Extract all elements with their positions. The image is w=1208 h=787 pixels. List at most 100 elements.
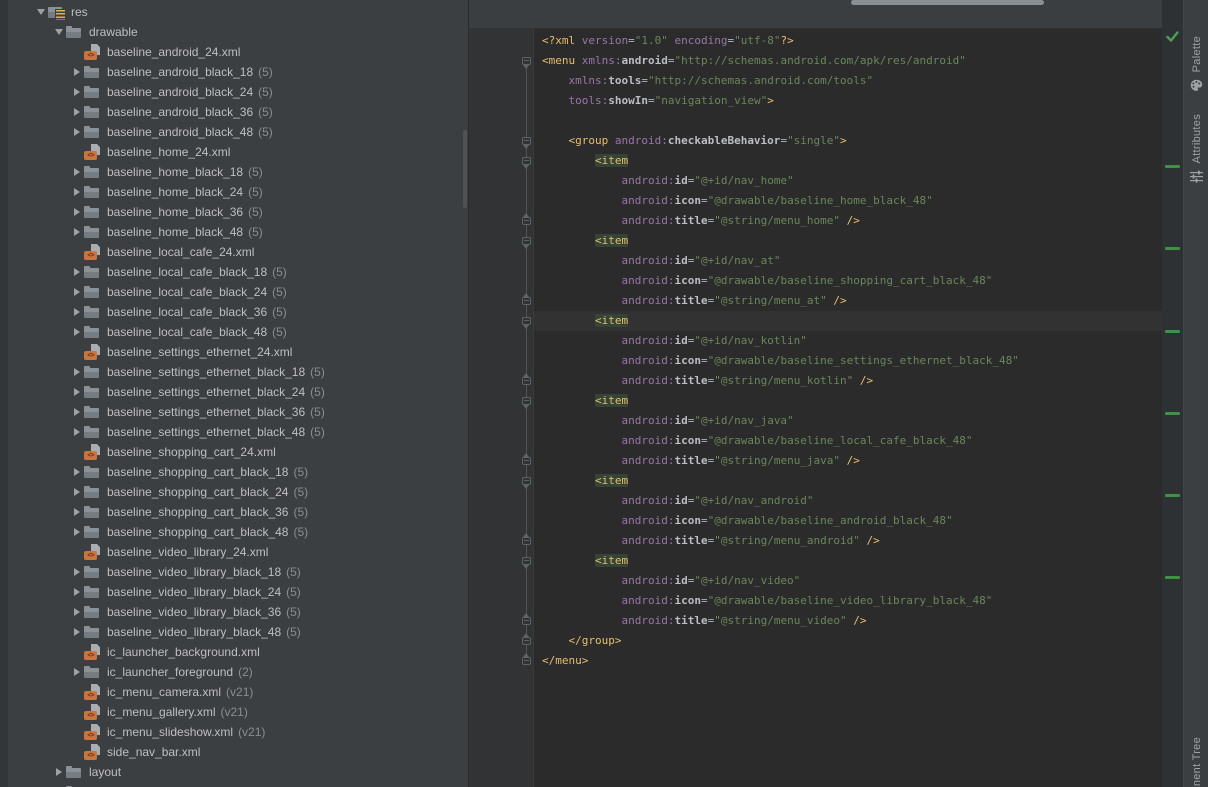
tree-collapsed-arrow-icon[interactable] <box>70 125 84 139</box>
fold-end-marker[interactable] <box>521 653 531 665</box>
fold-end-marker[interactable] <box>521 633 531 645</box>
tree-collapsed-arrow-icon[interactable] <box>70 85 84 99</box>
fold-end-marker[interactable] <box>521 453 531 465</box>
tree-collapsed-arrow-icon[interactable] <box>70 505 84 519</box>
fold-start-marker[interactable] <box>521 137 531 149</box>
editor-line-2[interactable]: 2<menu xmlns:android="http://schemas.and… <box>469 51 1184 71</box>
tree-item-baseline_shopping_cart_24.xml[interactable]: baseline_shopping_cart_24.xml <box>8 442 468 462</box>
inspection-mark[interactable] <box>1165 576 1180 579</box>
tree-item-baseline_settings_ethernet_24.xml[interactable]: baseline_settings_ethernet_24.xml <box>8 342 468 362</box>
editor-line-22[interactable]: 22 android:title="@string/menu_java" /> <box>469 451 1184 471</box>
tree-item-ic_launcher_background.xml[interactable]: ic_launcher_background.xml <box>8 642 468 662</box>
tree-item-partial[interactable] <box>8 782 468 787</box>
tree-item-drawable[interactable]: drawable <box>8 22 468 42</box>
tree-item-side_nav_bar.xml[interactable]: side_nav_bar.xml <box>8 742 468 762</box>
editor-line-9[interactable]: 9 android:icon="@drawable/baseline_home_… <box>469 191 1184 211</box>
editor-line-33[interactable]: 33 <box>469 671 1184 691</box>
editor-line-24[interactable]: 24 android:id="@+id/nav_android" <box>469 491 1184 511</box>
editor-line-18[interactable]: 18 android:title="@string/menu_kotlin" /… <box>469 371 1184 391</box>
tree-expanded-arrow-icon[interactable] <box>52 25 66 39</box>
tree-item-baseline_home_black_24[interactable]: baseline_home_black_24 (5) <box>8 182 468 202</box>
tree-item-baseline_settings_ethernet_black_24[interactable]: baseline_settings_ethernet_black_24 (5) <box>8 382 468 402</box>
editor-line-23[interactable]: 23 <item <box>469 471 1184 491</box>
tree-collapsed-arrow-icon[interactable] <box>70 525 84 539</box>
tree-item-baseline_local_cafe_black_48[interactable]: baseline_local_cafe_black_48 (5) <box>8 322 468 342</box>
tree-collapsed-arrow-icon[interactable] <box>70 285 84 299</box>
fold-end-marker[interactable] <box>521 613 531 625</box>
fold-start-marker[interactable] <box>521 557 531 569</box>
editor-line-20[interactable]: 20 android:id="@+id/nav_java" <box>469 411 1184 431</box>
editor-line-25[interactable]: 25 android:icon="@drawable/baseline_andr… <box>469 511 1184 531</box>
inspection-mark[interactable] <box>1165 165 1180 168</box>
editor-line-7[interactable]: 7 <item <box>469 151 1184 171</box>
editor-line-10[interactable]: 10 android:title="@string/menu_home" /> <box>469 211 1184 231</box>
tree-collapsed-arrow-icon[interactable] <box>70 625 84 639</box>
tab-palette[interactable]: Palette <box>1184 36 1208 92</box>
editor-line-1[interactable]: 1<?xml version="1.0" encoding="utf-8"?> <box>469 31 1184 51</box>
tree-collapsed-arrow-icon[interactable] <box>70 665 84 679</box>
editor-line-15[interactable]: 15 <item <box>469 311 1184 331</box>
top-scrollbar-thumb[interactable] <box>851 0 1044 5</box>
editor-line-31[interactable]: 31 </group> <box>469 631 1184 651</box>
tree-item-ic_menu_gallery.xml[interactable]: ic_menu_gallery.xml (v21) <box>8 702 468 722</box>
tree-item-baseline_android_black_48[interactable]: baseline_android_black_48 (5) <box>8 122 468 142</box>
tree-expanded-arrow-icon[interactable] <box>34 5 48 19</box>
editor-line-17[interactable]: 17 android:icon="@drawable/baseline_sett… <box>469 351 1184 371</box>
inspection-mark[interactable] <box>1165 412 1180 415</box>
editor-line-13[interactable]: 13 android:icon="@drawable/baseline_shop… <box>469 271 1184 291</box>
tree-collapsed-arrow-icon[interactable] <box>70 265 84 279</box>
tree-item-baseline_shopping_cart_black_36[interactable]: baseline_shopping_cart_black_36 (5) <box>8 502 468 522</box>
fold-end-marker[interactable] <box>521 533 531 545</box>
tree-item-layout[interactable]: layout <box>8 762 468 782</box>
tree-item-baseline_settings_ethernet_black_18[interactable]: baseline_settings_ethernet_black_18 (5) <box>8 362 468 382</box>
tab-component-tree[interactable]: Component Tree <box>1184 737 1208 787</box>
tree-item-baseline_shopping_cart_black_24[interactable]: baseline_shopping_cart_black_24 (5) <box>8 482 468 502</box>
tree-item-ic_menu_slideshow.xml[interactable]: ic_menu_slideshow.xml (v21) <box>8 722 468 742</box>
tree-collapsed-arrow-icon[interactable] <box>70 305 84 319</box>
tree-collapsed-arrow-icon[interactable] <box>70 165 84 179</box>
tree-collapsed-arrow-icon[interactable] <box>70 205 84 219</box>
tree-collapsed-arrow-icon[interactable] <box>70 425 84 439</box>
editor-line-8[interactable]: 8 android:id="@+id/nav_home" <box>469 171 1184 191</box>
tree-item-baseline_home_black_18[interactable]: baseline_home_black_18 (5) <box>8 162 468 182</box>
tree-item-baseline_home_black_36[interactable]: baseline_home_black_36 (5) <box>8 202 468 222</box>
tree-item-baseline_shopping_cart_black_18[interactable]: baseline_shopping_cart_black_18 (5) <box>8 462 468 482</box>
editor-line-26[interactable]: 26 android:title="@string/menu_android" … <box>469 531 1184 551</box>
tree-collapsed-arrow-icon[interactable] <box>52 765 66 779</box>
tree-collapsed-arrow-icon[interactable] <box>70 65 84 79</box>
tree-item-baseline_video_library_24.xml[interactable]: baseline_video_library_24.xml <box>8 542 468 562</box>
fold-end-marker[interactable] <box>521 373 531 385</box>
fold-end-marker[interactable] <box>521 293 531 305</box>
tree-collapsed-arrow-icon[interactable] <box>70 485 84 499</box>
tree-collapsed-arrow-icon[interactable] <box>70 325 84 339</box>
tree-collapsed-arrow-icon[interactable] <box>70 365 84 379</box>
tree-item-ic_menu_camera.xml[interactable]: ic_menu_camera.xml (v21) <box>8 682 468 702</box>
inspection-mark[interactable] <box>1165 330 1180 333</box>
editor-line-21[interactable]: 21 android:icon="@drawable/baseline_loca… <box>469 431 1184 451</box>
tree-item-baseline_video_library_black_48[interactable]: baseline_video_library_black_48 (5) <box>8 622 468 642</box>
tree-item-baseline_local_cafe_black_18[interactable]: baseline_local_cafe_black_18 (5) <box>8 262 468 282</box>
tree-item-baseline_video_library_black_36[interactable]: baseline_video_library_black_36 (5) <box>8 602 468 622</box>
editor-line-19[interactable]: 19 <item <box>469 391 1184 411</box>
fold-start-marker[interactable] <box>521 477 531 489</box>
tree-item-baseline_settings_ethernet_black_36[interactable]: baseline_settings_ethernet_black_36 (5) <box>8 402 468 422</box>
tree-collapsed-arrow-icon[interactable] <box>70 185 84 199</box>
tree-scrollbar-thumb[interactable] <box>463 130 467 208</box>
inspection-mark[interactable] <box>1165 494 1180 497</box>
tree-collapsed-arrow-icon[interactable] <box>70 585 84 599</box>
fold-start-marker[interactable] <box>521 397 531 409</box>
fold-start-marker[interactable] <box>521 237 531 249</box>
editor-line-28[interactable]: 28 android:id="@+id/nav_video" <box>469 571 1184 591</box>
editor-body[interactable]: 1<?xml version="1.0" encoding="utf-8"?>2… <box>469 28 1184 787</box>
fold-start-marker[interactable] <box>521 157 531 169</box>
editor-line-16[interactable]: 16 android:id="@+id/nav_kotlin" <box>469 331 1184 351</box>
tree-collapsed-arrow-icon[interactable] <box>70 105 84 119</box>
tree-item-baseline_video_library_black_18[interactable]: baseline_video_library_black_18 (5) <box>8 562 468 582</box>
tree-collapsed-arrow-icon[interactable] <box>70 225 84 239</box>
editor-line-5[interactable]: 5 <box>469 111 1184 131</box>
tree-item-baseline_shopping_cart_black_48[interactable]: baseline_shopping_cart_black_48 (5) <box>8 522 468 542</box>
inspections-ok-icon[interactable] <box>1165 29 1180 44</box>
editor-line-11[interactable]: 11 <item <box>469 231 1184 251</box>
editor-line-27[interactable]: 27 <item <box>469 551 1184 571</box>
tree-item-baseline_android_black_24[interactable]: baseline_android_black_24 (5) <box>8 82 468 102</box>
